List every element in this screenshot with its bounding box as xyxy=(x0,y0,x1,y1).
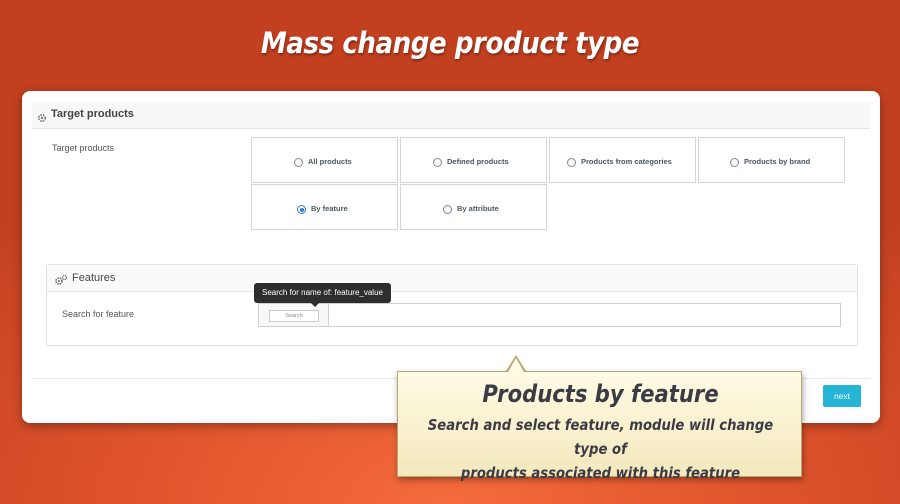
option-by-attribute[interactable]: By attribute xyxy=(400,184,547,230)
callout-description-line1: Search and select feature, module will c… xyxy=(427,416,774,458)
radio-all-products[interactable] xyxy=(294,158,303,167)
option-defined-products[interactable]: Defined products xyxy=(400,137,547,183)
banner-title: Mass change product type xyxy=(260,26,640,60)
target-products-label: Target products xyxy=(52,143,115,153)
option-all-products[interactable]: All products xyxy=(251,137,398,183)
callout-description: Search and select feature, module will c… xyxy=(422,413,778,485)
feature-search-input[interactable]: Search xyxy=(258,303,841,327)
panel-header: Target products xyxy=(32,102,870,129)
option-label: Products from categories xyxy=(581,157,672,166)
radio-products-by-brand[interactable] xyxy=(730,158,739,167)
option-products-from-categories[interactable]: Products from categories xyxy=(549,137,696,183)
option-label: All products xyxy=(308,157,352,166)
option-by-feature[interactable]: By feature xyxy=(251,184,398,230)
features-panel: Features Search for feature Search Searc… xyxy=(46,264,858,346)
callout-title: Products by feature xyxy=(482,380,719,408)
option-products-by-brand[interactable]: Products by brand xyxy=(698,137,845,183)
option-label: Defined products xyxy=(447,157,509,166)
gear-icon xyxy=(37,110,47,128)
radio-products-from-categories[interactable] xyxy=(567,158,576,167)
panel-title: Target products xyxy=(51,108,134,120)
option-label: By feature xyxy=(311,204,348,213)
search-tooltip: Search for name of: feature_value xyxy=(254,283,391,307)
option-label: Products by brand xyxy=(744,157,811,166)
search-mini-field[interactable]: Search xyxy=(269,310,319,322)
radio-by-feature[interactable] xyxy=(297,205,306,214)
callout-arrow-fill xyxy=(508,358,524,372)
radio-by-attribute[interactable] xyxy=(443,205,452,214)
search-addon[interactable]: Search xyxy=(259,304,329,326)
callout-description-line2: products associated with this feature xyxy=(460,464,741,482)
radio-defined-products[interactable] xyxy=(433,158,442,167)
cogs-icon xyxy=(54,273,68,291)
option-label: By attribute xyxy=(457,204,499,213)
callout-box: Products by feature Search and select fe… xyxy=(397,371,802,482)
search-feature-label: Search for feature xyxy=(62,309,135,319)
features-header: Features xyxy=(47,265,857,292)
features-title: Features xyxy=(72,272,116,284)
next-button[interactable]: next xyxy=(823,385,861,407)
